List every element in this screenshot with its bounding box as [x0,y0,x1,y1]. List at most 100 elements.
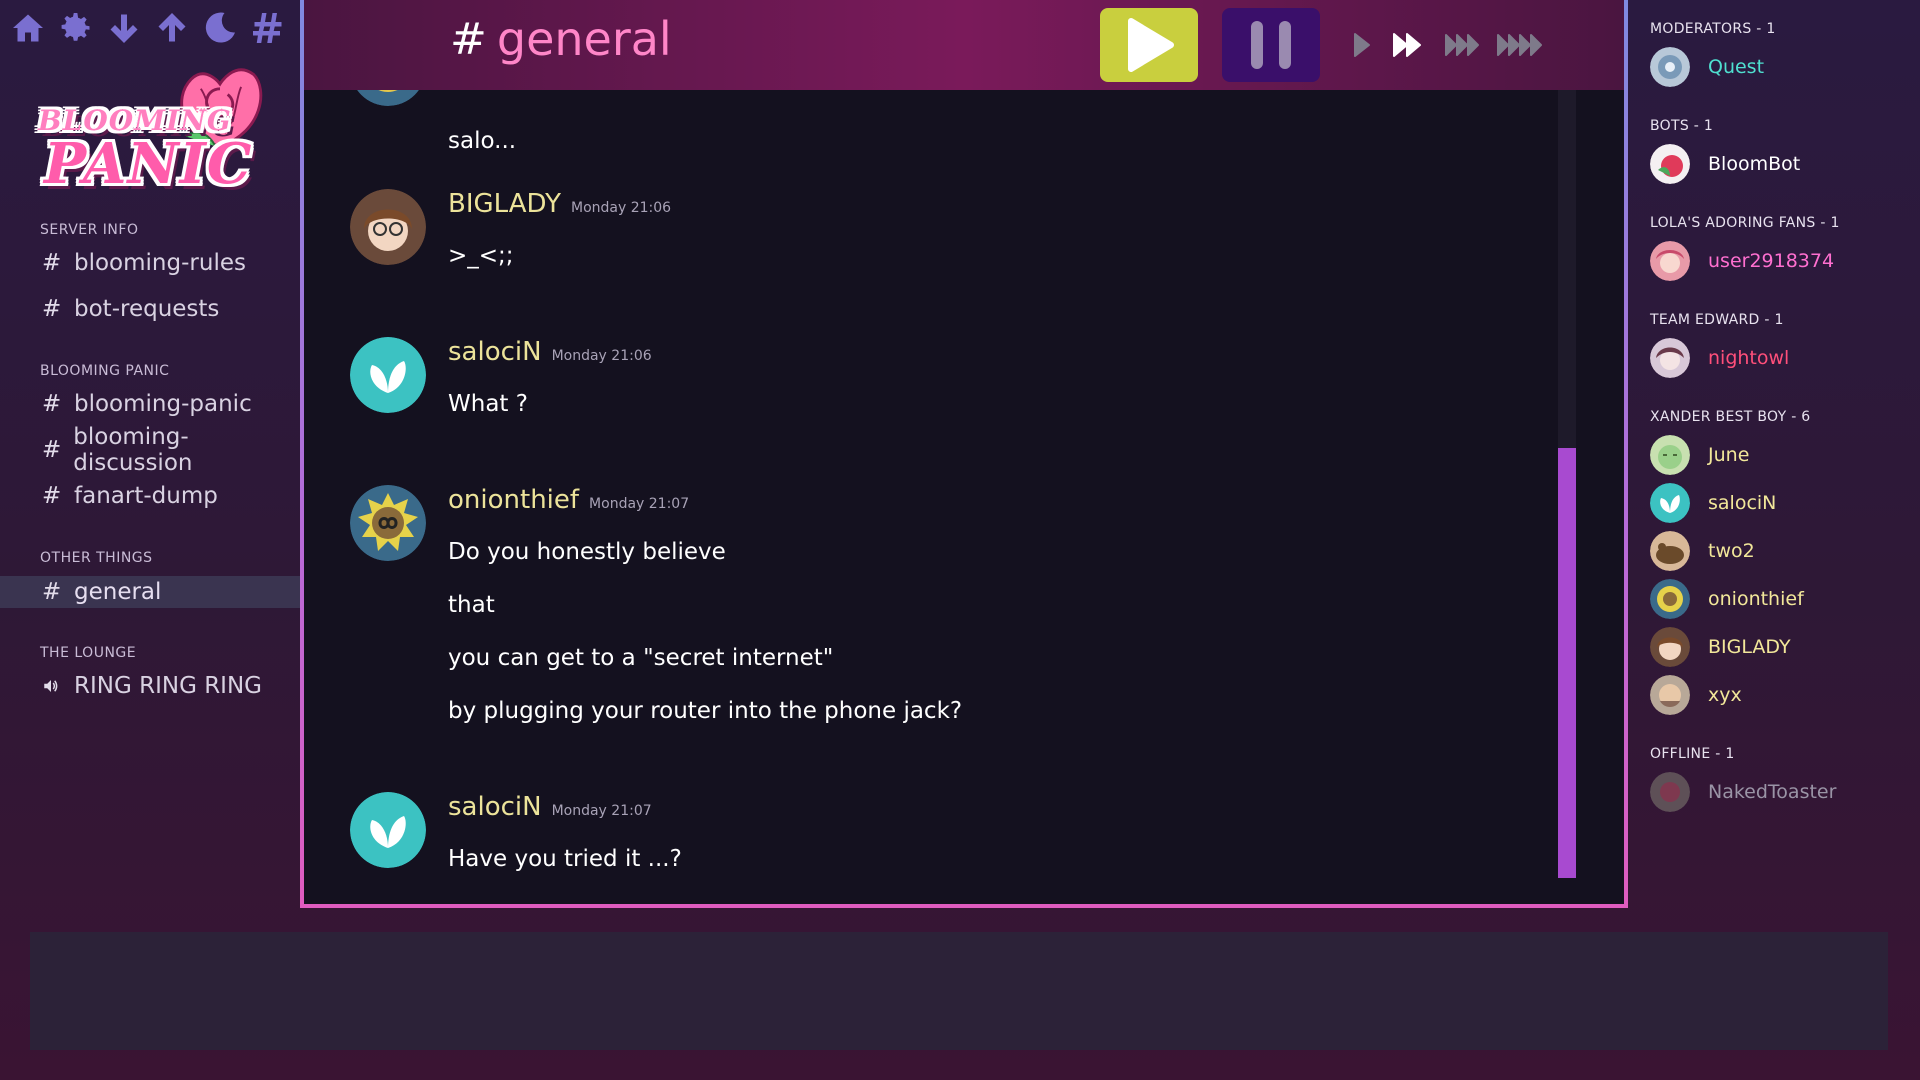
message-list[interactable]: salo... BIGLADY Monday 21:06 >_<;; saloci… [304,90,1564,880]
arrow-up-icon[interactable] [152,8,192,48]
member-item[interactable]: BIGLADY [1650,625,1910,669]
channel-blooming-discussion[interactable]: # blooming-discussion [0,424,300,476]
channel-blooming-panic[interactable]: # blooming-panic [0,388,300,420]
member-item[interactable]: BloomBot [1650,142,1910,186]
avatar [1650,47,1690,87]
member-group-header: BOTS - 1 [1650,118,1714,134]
member-group-header: TEAM EDWARD - 1 [1650,312,1784,328]
hash-icon[interactable] [248,8,288,48]
avatar[interactable] [350,485,426,561]
channel-general[interactable]: # general [0,576,300,608]
author-name: salociN [448,337,542,367]
gear-icon[interactable] [56,8,96,48]
channel-label: RING RING RING [74,673,262,699]
member-item[interactable]: salociN [1650,481,1910,525]
hash-icon: # [42,437,62,463]
message-author[interactable]: BIGLADY Monday 21:06 [448,189,671,219]
member-group-header: OFFLINE - 1 [1650,746,1735,762]
fastest-forward-icon [1497,34,1542,56]
avatar [1650,435,1690,475]
hash-icon: # [450,13,487,65]
channel-fanart-dump[interactable]: # fanart-dump [0,480,300,512]
member-name: BIGLADY [1708,636,1791,658]
channel-name: general [496,12,672,66]
member-list: MODERATORS - 1 Quest BOTS - 1 BloomBot L… [1628,0,1920,900]
category-the-lounge[interactable]: THE LOUNGE [40,645,136,661]
fast-forward-icon [1393,33,1421,57]
speed-3x-button[interactable] [1444,22,1484,68]
message-text: that [448,592,495,618]
avatar [1650,675,1690,715]
member-name: BloomBot [1708,153,1801,175]
message-input[interactable] [30,932,1888,1050]
play-button[interactable] [1100,8,1198,82]
member-group-header: LOLA'S ADORING FANS - 1 [1650,215,1840,231]
member-item[interactable]: NakedToaster [1650,770,1910,814]
play-icon [1128,18,1174,72]
member-item[interactable]: xyx [1650,673,1910,717]
message-timestamp: Monday 21:06 [571,200,672,216]
channel-label: blooming-discussion [73,424,193,476]
channel-blooming-rules[interactable]: # blooming-rules [0,247,300,279]
message-timestamp: Monday 21:06 [551,348,652,364]
scrollbar[interactable] [1558,90,1576,878]
moon-icon[interactable] [200,8,240,48]
server-logo: BLOOMING PANIC [36,56,276,206]
message-text: you can get to a "secret internet" [448,645,834,671]
toolbar [8,8,288,48]
author-name: onionthief [448,485,580,515]
avatar[interactable] [350,337,426,413]
avatar [1650,579,1690,619]
pause-button[interactable] [1222,8,1320,82]
member-item[interactable]: nightowl [1650,336,1910,380]
speed-1x-button[interactable] [1352,22,1372,68]
hash-icon: # [42,250,62,276]
author-name: salociN [448,792,542,822]
message-text: salo... [448,128,517,154]
arrow-down-icon[interactable] [104,8,144,48]
voice-channel-ring-ring-ring[interactable]: RING RING RING [0,670,300,702]
scrollbar-thumb[interactable] [1558,448,1576,878]
member-item[interactable]: two2 [1650,529,1910,573]
message-text: Have you tried it ...? [448,846,682,872]
play-small-icon [1354,33,1370,57]
message-author[interactable]: onionthief Monday 21:07 [448,485,689,515]
member-name: user2918374 [1708,250,1835,272]
category-other-things[interactable]: OTHER THINGS [40,550,153,566]
hash-icon: # [42,483,62,509]
channel-header: # general [304,0,1624,90]
category-blooming-panic[interactable]: BLOOMING PANIC [40,363,169,379]
message-author[interactable]: salociN Monday 21:07 [448,792,652,822]
category-server-info[interactable]: SERVER INFO [40,222,138,238]
speed-2x-button[interactable] [1392,22,1424,68]
channel-label: general [74,579,162,605]
home-icon[interactable] [8,8,48,48]
message-author[interactable]: salociN Monday 21:06 [448,337,652,367]
channel-label: blooming-panic [74,391,252,417]
speaker-icon [42,677,66,695]
member-name: two2 [1708,540,1755,562]
message-timestamp: Monday 21:07 [551,803,652,819]
faster-forward-icon [1445,34,1479,56]
member-item[interactable]: onionthief [1650,577,1910,621]
member-group-header: XANDER BEST BOY - 6 [1650,409,1811,425]
avatar[interactable] [350,189,426,265]
member-item[interactable]: June [1650,433,1910,477]
avatar [1650,144,1690,184]
avatar [1650,531,1690,571]
hash-icon: # [42,391,62,417]
chat-panel: # general salo... BIGLADY Monday 21:06 >… [300,0,1628,908]
channel-bot-requests[interactable]: # bot-requests [0,293,300,325]
member-item[interactable]: Quest [1650,45,1910,89]
avatar[interactable] [350,792,426,868]
message-text: Do you honestly believe [448,539,726,565]
avatar [1650,241,1690,281]
avatar [1650,627,1690,667]
hash-icon: # [42,296,62,322]
avatar [350,90,426,106]
channel-label: blooming-rules [74,250,246,276]
sidebar: BLOOMING PANIC SERVER INFO # blooming-ru… [0,0,300,900]
member-name: onionthief [1708,588,1804,610]
member-item[interactable]: user2918374 [1650,239,1910,283]
speed-4x-button[interactable] [1496,22,1548,68]
